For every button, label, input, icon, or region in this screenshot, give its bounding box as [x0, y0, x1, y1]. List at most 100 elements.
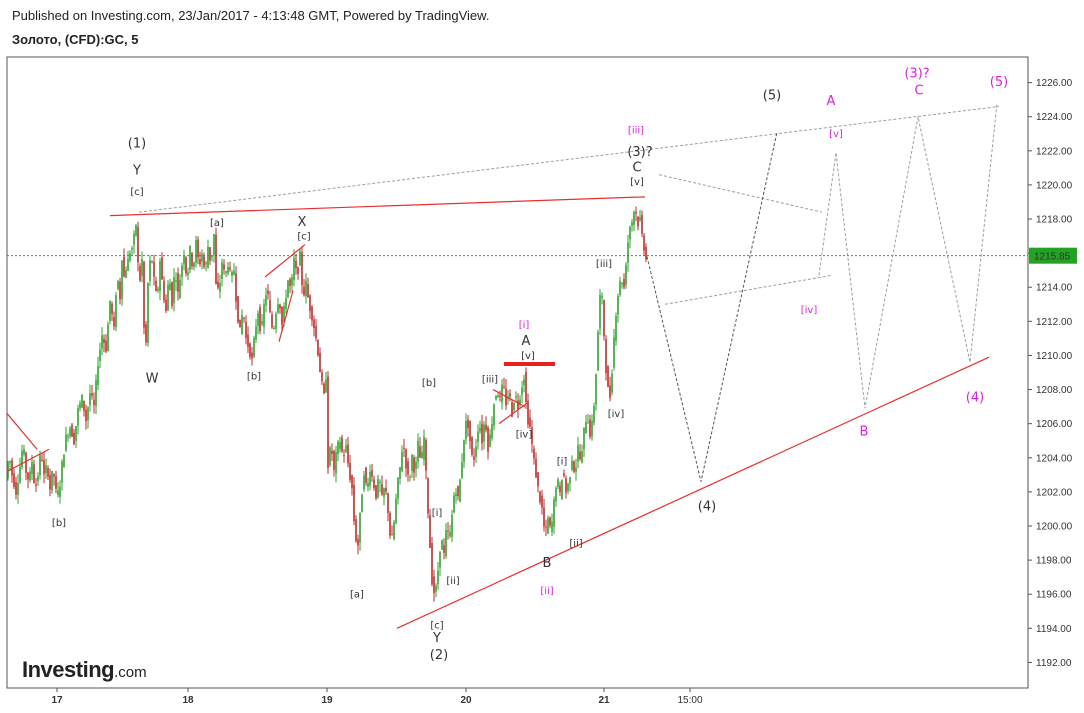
candle-body	[451, 515, 453, 537]
candle-body	[627, 242, 629, 263]
y-tick-label: 1200.00	[1036, 521, 1073, 532]
candle-body	[449, 531, 451, 537]
candle-body	[109, 300, 111, 321]
candle-body	[155, 280, 157, 291]
candle-body	[281, 306, 283, 325]
wave-label: [b]	[247, 371, 261, 382]
candle-body	[243, 317, 245, 319]
candle-body	[233, 271, 235, 275]
candle-body	[393, 522, 395, 540]
candle-body	[67, 436, 69, 438]
candle-body	[493, 404, 495, 426]
wave-label: [iv]	[608, 409, 625, 420]
candle-body	[333, 450, 335, 470]
candle-body	[315, 325, 317, 339]
candle-body	[275, 313, 277, 329]
candle-body	[71, 424, 73, 437]
candle-body	[477, 431, 479, 443]
candle-body	[183, 256, 185, 264]
y-tick-label: 1202.00	[1036, 487, 1073, 498]
candle-body	[481, 423, 483, 444]
candle-body	[607, 366, 609, 387]
candle-body	[81, 394, 83, 408]
candle-body	[391, 534, 393, 536]
candle-body	[105, 340, 107, 352]
candle-body	[541, 495, 543, 508]
candle-body	[195, 240, 197, 263]
candle-body	[401, 451, 403, 472]
candle-body	[565, 478, 567, 493]
candle-body	[53, 474, 55, 477]
candle-body	[371, 470, 373, 477]
y-tick-label: 1206.00	[1036, 419, 1073, 430]
candle-body	[279, 304, 281, 309]
candle-body	[447, 530, 449, 532]
wave-label: (5)	[763, 89, 781, 104]
candle-body	[313, 319, 315, 329]
candle-body	[153, 262, 155, 277]
plot-area[interactable]	[6, 56, 1029, 689]
wave-label: [i]	[432, 508, 443, 519]
candle-body	[55, 476, 57, 489]
wave-label: (5)	[990, 75, 1008, 90]
candle-body	[429, 515, 431, 548]
candle-body	[121, 260, 123, 299]
candle-body	[269, 300, 271, 313]
candle-body	[139, 266, 141, 281]
wave-label: (2)	[430, 648, 448, 663]
candle-body	[69, 428, 71, 436]
candle-body	[623, 279, 625, 288]
candle-body	[631, 222, 633, 226]
candle-body	[285, 298, 287, 309]
candle-body	[553, 499, 555, 527]
candle-body	[443, 545, 445, 553]
price-chart[interactable]: 1192.00 1194.00 1196.00 1198.00 1200.00 1202.…	[0, 0, 1084, 713]
candle-body	[289, 279, 291, 286]
candle-body	[125, 269, 127, 278]
candle-body	[599, 295, 601, 329]
wave-label: (1)	[128, 136, 146, 151]
candle-body	[163, 280, 165, 301]
candle-body	[159, 261, 161, 292]
candle-body	[637, 216, 639, 227]
x-tick-label: 19	[321, 695, 333, 706]
candle-body	[217, 281, 219, 288]
candle-body	[277, 304, 279, 313]
candle-body	[263, 304, 265, 327]
candle-body	[367, 482, 369, 487]
candle-body	[165, 299, 167, 311]
candle-body	[299, 250, 301, 266]
candle-body	[629, 226, 631, 240]
candle-body	[87, 407, 89, 421]
candle-body	[387, 493, 389, 513]
wave-label: [ii]	[540, 586, 553, 597]
candle-body	[475, 446, 477, 457]
wave-label: (3)?	[627, 145, 652, 160]
candle-body	[205, 262, 207, 265]
candle-body	[533, 448, 535, 459]
candle-body	[563, 473, 565, 476]
candle-body	[237, 296, 239, 323]
y-tick-label: 1226.00	[1036, 78, 1073, 89]
candle-body	[215, 234, 217, 284]
candle-body	[287, 280, 289, 298]
candle-body	[311, 306, 313, 321]
candle-body	[239, 319, 241, 328]
candle-body	[265, 295, 267, 306]
candle-body	[305, 280, 307, 297]
candle-body	[131, 248, 133, 250]
candle-body	[431, 543, 433, 585]
candle-body	[615, 316, 617, 341]
wave-label: A	[522, 334, 531, 349]
candle-body	[445, 530, 447, 557]
x-tick-label: 15:00	[677, 695, 702, 706]
candle-body	[13, 473, 15, 487]
candle-body	[157, 288, 159, 291]
wave-label: W	[146, 372, 159, 387]
candle-body	[247, 334, 249, 347]
candle-body	[521, 387, 523, 395]
candle-body	[479, 428, 481, 432]
candle-body	[551, 521, 553, 532]
wave-label: [ii]	[446, 576, 459, 587]
candle-body	[151, 261, 153, 263]
